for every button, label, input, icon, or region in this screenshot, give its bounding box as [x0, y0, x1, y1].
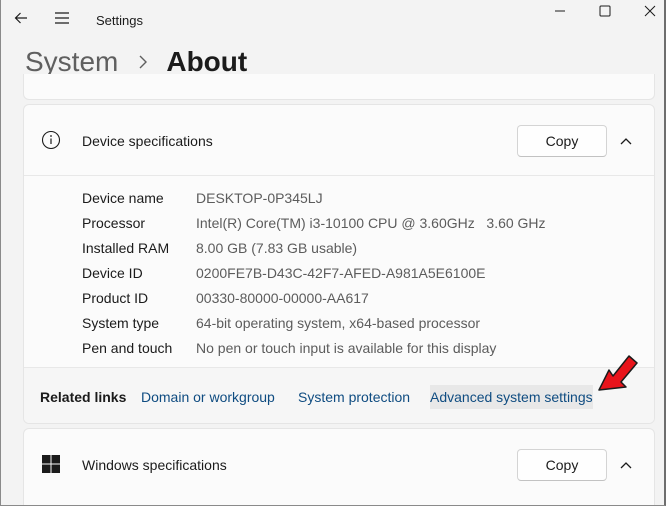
title-bar: Settings — [1, 0, 664, 40]
spec-value: 0200FE7B-D43C-42F7-AFED-A981A5E6100E — [196, 264, 486, 281]
spec-value: Intel(R) Core(TM) i3-10100 CPU @ 3.60GHz… — [196, 214, 546, 231]
copy-windows-specs-button[interactable]: Copy — [517, 449, 607, 481]
maximize-button[interactable] — [582, 0, 628, 26]
spec-label: Processor — [82, 214, 146, 231]
device-specs-list: Device name DESKTOP-0P345LJ Processor Intel… — [82, 185, 546, 360]
windows-specifications-header[interactable]: Windows specifications Copy — [24, 429, 654, 499]
spec-label: System type — [82, 314, 160, 331]
advanced-system-settings-link[interactable]: Advanced system settings — [430, 385, 593, 409]
device-specifications-card: Device specifications Copy Device name DE… — [23, 104, 655, 424]
copy-device-specs-button[interactable]: Copy — [517, 125, 607, 157]
back-button[interactable] — [7, 8, 35, 32]
spec-label: Product ID — [82, 289, 149, 306]
red-arrow-annotation — [593, 352, 641, 396]
spec-row: Device ID 0200FE7B-D43C-42F7-AFED-A981A5E… — [82, 260, 546, 285]
spec-label: Pen and touch — [82, 339, 173, 356]
minimize-icon — [554, 4, 566, 22]
spec-label: Device name — [82, 189, 164, 206]
spec-row: Device name DESKTOP-0P345LJ — [82, 185, 546, 210]
spec-row: Installed RAM 8.00 GB (7.83 GB usable) — [82, 235, 546, 260]
info-icon — [40, 129, 62, 151]
device-specifications-header[interactable]: Device specifications Copy — [24, 105, 654, 175]
previous-card — [23, 74, 655, 100]
close-icon — [644, 4, 656, 22]
spec-row: Pen and touch No pen or touch input is av… — [82, 335, 546, 360]
spec-row: System type 64-bit operating system, x64-… — [82, 310, 546, 335]
divider — [24, 175, 654, 176]
chevron-up-icon[interactable] — [614, 129, 638, 153]
spec-value: No pen or touch input is available for t… — [196, 339, 497, 356]
spec-value: 00330-80000-00000-AA617 — [196, 289, 369, 306]
hamburger-icon — [54, 11, 70, 30]
windows-logo-icon — [40, 453, 62, 475]
chevron-right-icon — [138, 54, 148, 70]
app-title: Settings — [96, 13, 143, 28]
settings-window: Settings System About Device specificati… — [0, 0, 666, 506]
spec-value: 8.00 GB (7.83 GB usable) — [196, 239, 358, 256]
system-protection-link[interactable]: System protection — [298, 389, 410, 405]
spec-label: Installed RAM — [82, 239, 170, 256]
domain-or-workgroup-link[interactable]: Domain or workgroup — [141, 389, 275, 405]
related-links-bar: Related links Domain or workgroup System… — [24, 367, 654, 423]
spec-value: DESKTOP-0P345LJ — [196, 189, 323, 206]
windows-specifications-card: Windows specifications Copy — [23, 428, 655, 505]
windows-specifications-title: Windows specifications — [82, 457, 227, 473]
minimize-button[interactable] — [537, 0, 583, 26]
related-links-title: Related links — [40, 389, 127, 405]
spec-row: Product ID 00330-80000-00000-AA617 — [82, 285, 546, 310]
navigation-menu-button[interactable] — [48, 8, 76, 32]
spec-label: Device ID — [82, 264, 143, 281]
close-button[interactable] — [627, 0, 664, 26]
spec-row: Processor Intel(R) Core(TM) i3-10100 CPU … — [82, 210, 546, 235]
chevron-up-icon[interactable] — [614, 453, 638, 477]
device-specifications-title: Device specifications — [82, 133, 213, 149]
maximize-icon — [599, 4, 611, 22]
back-arrow-icon — [13, 10, 29, 31]
spec-value: 64-bit operating system, x64-based proce… — [196, 314, 481, 331]
